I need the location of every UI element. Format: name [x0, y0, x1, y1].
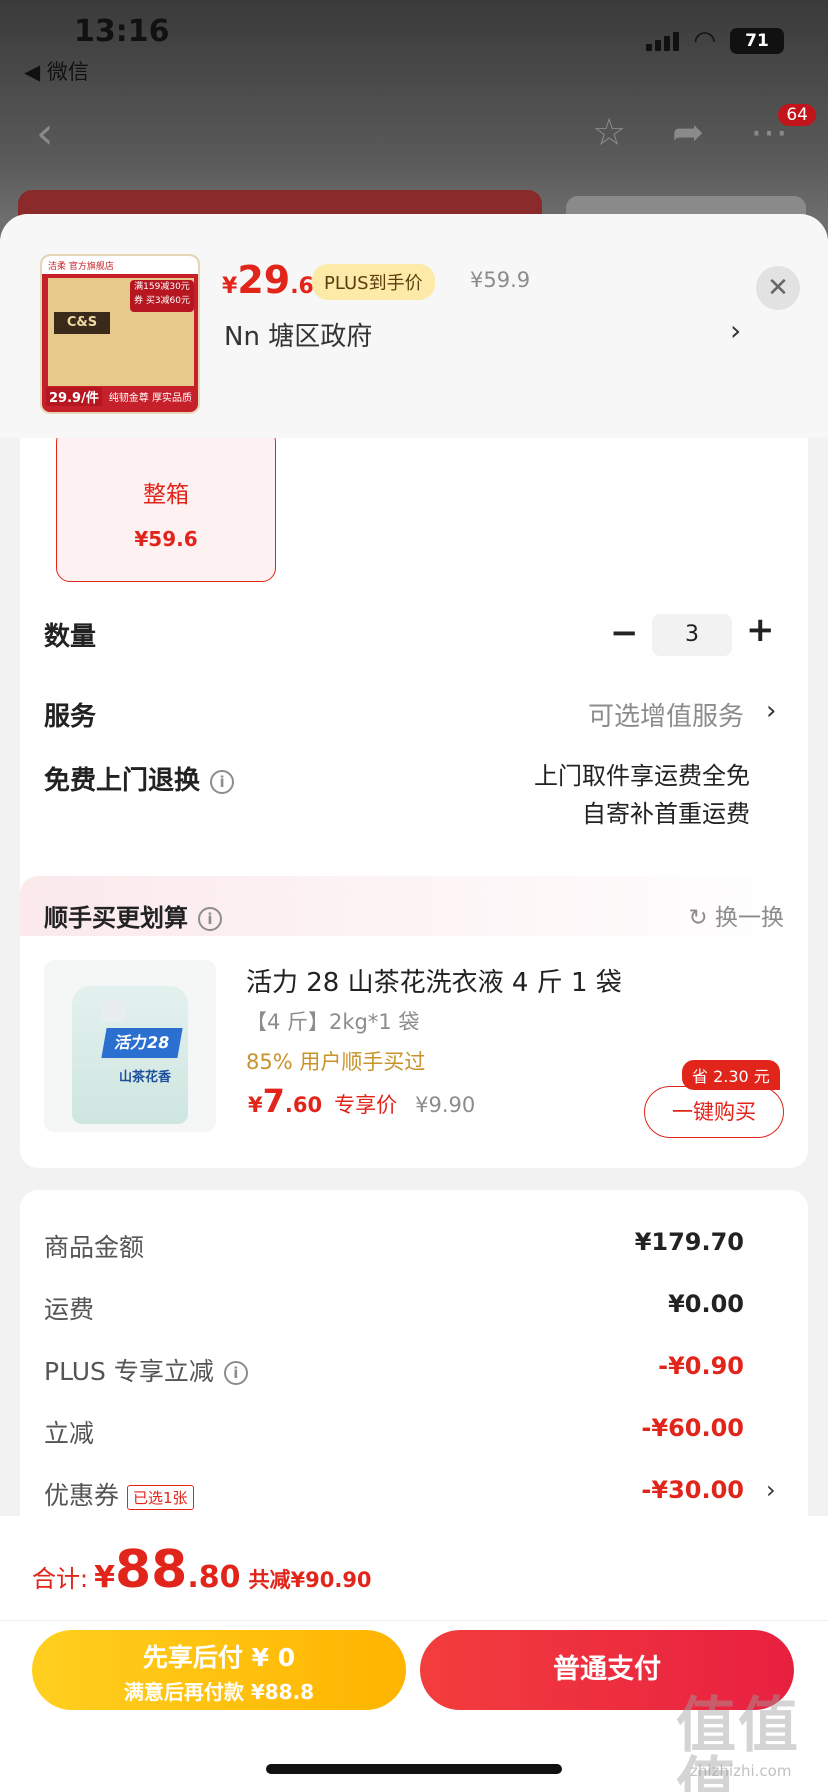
addon-buy-button[interactable]: 一键购买: [644, 1086, 784, 1138]
service-chevron-icon[interactable]: ›: [766, 696, 776, 726]
returns-row: 免费上门退换 i: [44, 760, 235, 797]
addon-refresh-label: 换一换: [715, 905, 784, 931]
plus-price-badge: PLUS到手价: [312, 264, 435, 300]
thumb-brand-logo: C&S: [54, 312, 110, 334]
divider: [0, 1620, 828, 1621]
cost-value-plus: -¥0.90: [658, 1352, 744, 1380]
delivery-address[interactable]: Nn 塘区政府: [224, 316, 372, 353]
addon-social-proof: 85% 用户顺手买过: [246, 1050, 426, 1074]
pouch-spout: [102, 1000, 126, 1022]
plus-info-icon[interactable]: i: [223, 1361, 248, 1385]
addon-title: 顺手买更划算 i: [44, 898, 222, 933]
addon-product-name[interactable]: 活力 28 山茶花洗衣液 4 斤 1 袋: [246, 962, 622, 999]
total-int: 88: [114, 1540, 188, 1600]
cost-label-plus: PLUS 专享立减 i: [44, 1352, 248, 1388]
original-price: ¥59.9: [470, 268, 531, 292]
addon-product-image[interactable]: 活力28 山茶花香: [44, 960, 216, 1132]
total-dec: .80: [187, 1560, 241, 1595]
coupon-selected-tag: 已选1张: [127, 1484, 194, 1510]
cost-value-coupon[interactable]: -¥30.00: [641, 1476, 744, 1504]
back-to-app-link[interactable]: ◀ 微信: [24, 56, 89, 86]
quantity-input[interactable]: 3: [652, 614, 732, 656]
quantity-decrease-button[interactable]: −: [610, 613, 639, 653]
cost-label-coupon-text: 优惠券: [44, 1481, 120, 1510]
thumb-store: 洁柔 官方旗舰店: [42, 256, 198, 274]
share-icon[interactable]: ➦: [672, 110, 704, 154]
sheet-header: 洁柔 官方旗舰店 C&S 满159减30元券 买3减60元 29.9/件 纯韧金…: [0, 214, 828, 438]
total-discount: 共减¥90.90: [248, 1568, 372, 1592]
pouch-brand: 活力28: [101, 1028, 183, 1058]
message-count-badge: 64: [778, 104, 816, 126]
close-icon[interactable]: ✕: [756, 266, 800, 310]
addon-card: 顺手买更划算 i ↻ 换一换 活力28 山茶花香 活力 28 山茶花洗衣液 4 斤…: [20, 876, 808, 1168]
service-value[interactable]: 可选增值服务: [588, 696, 744, 733]
addon-refresh-button[interactable]: ↻ 换一换: [688, 898, 784, 932]
wifi-icon: ◠: [693, 26, 716, 56]
quantity-label: 数量: [44, 622, 97, 652]
total-symbol: ¥: [94, 1560, 115, 1595]
status-time: 13:16: [74, 14, 170, 49]
cost-label-shipping: 运费: [44, 1295, 95, 1324]
pay-later-button[interactable]: 先享后付 ¥ 0 满意后再付款 ¥88.8: [32, 1630, 406, 1710]
home-indicator[interactable]: [266, 1764, 562, 1774]
coupon-chevron-icon[interactable]: ›: [766, 1476, 776, 1504]
addon-price-symbol: ¥: [248, 1093, 263, 1117]
address-chevron-icon[interactable]: ›: [730, 314, 741, 347]
favorite-star-icon[interactable]: ☆: [592, 110, 626, 154]
watermark-sub: zhizhizhi.com: [690, 1762, 792, 1780]
returns-info-icon[interactable]: i: [210, 769, 235, 794]
screen: 13:16 ◀ 微信 ◠ 71 ‹ ☆ ➦ ⋯ 64 整箱 ¥59.6 数量 −…: [0, 0, 828, 1792]
thumb-promo-tag: 满159减30元券 买3减60元: [130, 280, 194, 312]
signal-icon: [646, 31, 680, 51]
cost-label-coupon[interactable]: 优惠券 已选1张: [44, 1476, 194, 1512]
addon-info-icon[interactable]: i: [198, 907, 222, 931]
addon-title-text: 顺手买更划算: [44, 904, 188, 932]
pouch-name: 山茶花香: [118, 1070, 171, 1085]
price-int: 29: [237, 258, 291, 302]
cost-label-instant: 立减: [44, 1419, 95, 1448]
cost-label-subtotal: 商品金额: [44, 1233, 145, 1262]
cost-value-shipping: ¥0.00: [668, 1290, 744, 1318]
quantity-increase-button[interactable]: +: [746, 610, 775, 650]
spec-option-name: 整箱: [143, 482, 189, 508]
cost-value-instant: -¥60.00: [641, 1414, 744, 1442]
refresh-icon: ↻: [688, 905, 708, 931]
price-dec: .6: [290, 274, 314, 299]
returns-label: 免费上门退换: [44, 766, 201, 796]
back-icon[interactable]: ‹: [36, 108, 54, 159]
addon-price-tag: 专享价: [334, 1093, 398, 1117]
addon-price-dec: .60: [284, 1093, 323, 1117]
returns-line-1: 上门取件享运费全免: [534, 762, 750, 790]
addon-price: ¥ 7 .60 专享价 ¥9.90: [248, 1082, 475, 1120]
cost-label-plus-text: PLUS 专享立减: [44, 1357, 214, 1386]
spec-option-selected[interactable]: 整箱 ¥59.6: [56, 428, 276, 582]
spec-option-price: ¥59.6: [134, 527, 198, 551]
addon-save-badge: 省 2.30 元: [682, 1060, 780, 1090]
returns-line-2: 自寄补首重运费: [582, 800, 750, 828]
thumb-price: 29.9/件: [46, 387, 102, 406]
total-row: 合计: ¥ 88 .80 共减¥90.90: [32, 1540, 372, 1600]
battery-icon: 71: [730, 28, 784, 54]
product-price: ¥ 29 .6: [222, 258, 314, 308]
service-label: 服务: [44, 702, 97, 732]
status-icons: ◠ 71: [646, 28, 784, 54]
thumb-slogan: 纯韧金尊 厚实品质: [108, 393, 192, 404]
addon-product-spec: 【4 斤】2kg*1 袋: [246, 1010, 420, 1034]
addon-price-int: 7: [262, 1082, 285, 1120]
nav-actions: ☆ ➦ ⋯: [592, 110, 788, 154]
pay-later-line2: 满意后再付款 ¥88.8: [123, 1680, 315, 1704]
pay-later-line1: 先享后付 ¥ 0: [142, 1643, 296, 1672]
total-label: 合计:: [32, 1565, 89, 1593]
price-symbol: ¥: [222, 274, 238, 299]
addon-original-price: ¥9.90: [415, 1093, 476, 1117]
product-thumbnail[interactable]: 洁柔 官方旗舰店 C&S 满159减30元券 买3减60元 29.9/件 纯韧金…: [40, 254, 200, 414]
cost-value-subtotal: ¥179.70: [634, 1228, 744, 1256]
